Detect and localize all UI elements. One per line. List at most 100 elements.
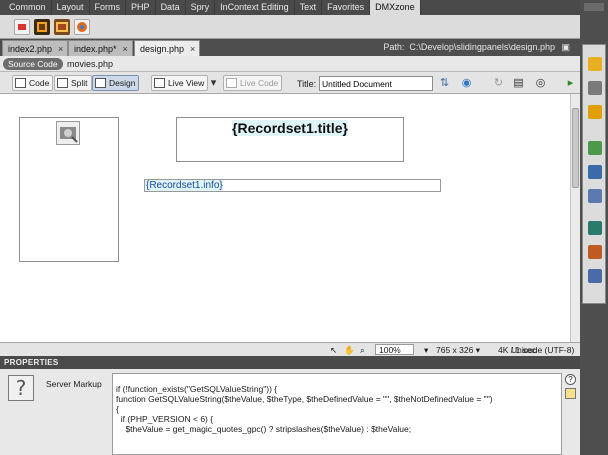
server-behaviors-icon[interactable] xyxy=(588,189,602,203)
live-code-icon xyxy=(226,78,237,88)
path-value: C:\Develop\slidingpanels\design.php xyxy=(409,42,555,52)
preview-browser-icon[interactable]: ◉ xyxy=(460,77,473,90)
insert-tab-dmxzone[interactable]: DMXzone xyxy=(370,0,421,15)
dmx-panel-icon[interactable] xyxy=(34,19,50,35)
live-code-label: Live Code xyxy=(240,78,279,88)
css-styles-icon[interactable] xyxy=(588,81,602,95)
code-line: function GetSQLValueString($theValue, $t… xyxy=(116,394,493,404)
edit-icon[interactable] xyxy=(565,388,576,399)
code-view-label: Code xyxy=(29,78,50,88)
insert-tab-layout[interactable]: Layout xyxy=(52,0,90,15)
code-view-button[interactable]: Code xyxy=(12,75,54,91)
doc-tab-label: design.php xyxy=(140,44,185,54)
insert-tab-php[interactable]: PHP xyxy=(126,0,156,15)
view-options-icon[interactable]: ▤ xyxy=(512,77,525,90)
design-view-button[interactable]: Design xyxy=(92,75,140,91)
zoom-value: 100% xyxy=(379,345,401,355)
hand-tool-icon[interactable]: ✋ xyxy=(344,345,355,356)
status-bar: ↖ ✋ ⌕ 100% ▾ 765 x 326 ▾ 4K / 1 sec Unic… xyxy=(0,342,580,356)
insert-tab-spry[interactable]: Spry xyxy=(186,0,216,15)
validate-icon[interactable]: ▸ xyxy=(564,77,577,90)
live-view-dropdown-icon[interactable]: ▾ xyxy=(207,77,220,90)
code-icon xyxy=(15,78,26,88)
server-image-icon xyxy=(56,121,80,145)
dock-grip[interactable] xyxy=(584,3,604,11)
right-panel-dock xyxy=(580,0,608,455)
dock-icon-strip xyxy=(582,44,606,304)
design-canvas[interactable]: {Recordset1.title} {Recordset1.info} xyxy=(0,94,570,342)
live-code-button[interactable]: Live Code xyxy=(223,75,283,91)
refresh-icon[interactable]: ↻ xyxy=(492,77,505,90)
close-icon[interactable]: × xyxy=(190,44,195,54)
doc-tab-index[interactable]: index.php* × xyxy=(68,40,133,56)
insert-tab-incontext-editing[interactable]: InContext Editing xyxy=(215,0,295,15)
insert-tab-common[interactable]: Common xyxy=(4,0,52,15)
zoom-select[interactable]: 100% xyxy=(375,344,414,355)
window-size[interactable]: 765 x 326 ▾ xyxy=(436,345,480,356)
doc-tab-design[interactable]: design.php × xyxy=(134,40,201,56)
files-icon[interactable] xyxy=(588,221,602,235)
scrollbar-thumb[interactable] xyxy=(572,108,579,188)
insert-panel-tabs: Common Layout Forms PHP Data Spry InCont… xyxy=(0,0,580,15)
split-view-label: Split xyxy=(71,78,88,88)
select-tool-icon[interactable]: ↖ xyxy=(330,345,337,356)
image-placeholder-box[interactable] xyxy=(19,117,119,262)
encoding: Unicode (UTF-8) xyxy=(511,345,575,355)
code-line: { xyxy=(116,404,119,414)
insert-tab-favorites[interactable]: Favorites xyxy=(322,0,371,15)
zoom-tool-icon[interactable]: ⌕ xyxy=(360,345,365,356)
code-line: if (PHP_VERSION < 6) { xyxy=(116,414,214,424)
title-label: Title: xyxy=(297,79,317,89)
properties-header[interactable]: PROPERTIES xyxy=(0,356,580,369)
doc-tab-index2[interactable]: index2.php × xyxy=(2,40,69,56)
design-view-label: Design xyxy=(109,78,136,88)
recordset-info-binding[interactable]: {Recordset1.info} xyxy=(145,180,223,191)
dmx-ajax-icon[interactable] xyxy=(74,19,90,35)
insert-tab-data[interactable]: Data xyxy=(156,0,186,15)
server-markup-icon: ? xyxy=(8,375,34,401)
close-icon[interactable]: × xyxy=(123,44,128,54)
dmx-slide-icon[interactable] xyxy=(14,19,30,35)
server-markup-label: Server Markup xyxy=(46,379,102,389)
code-line: if (!function_exists("GetSQLValueString"… xyxy=(116,384,278,394)
databases-icon[interactable] xyxy=(588,141,602,155)
server-markup-code[interactable]: if (!function_exists("GetSQLValueString"… xyxy=(112,373,562,455)
behaviors-icon[interactable] xyxy=(588,105,602,119)
document-tabs: index2.php × index.php* × design.php × Path… xyxy=(0,39,580,56)
dmx-gallery-icon[interactable] xyxy=(54,19,70,35)
zoom-dropdown-icon[interactable]: ▾ xyxy=(424,345,428,356)
live-view-icon xyxy=(154,78,165,88)
title-box[interactable]: {Recordset1.title} xyxy=(176,117,404,162)
close-icon[interactable]: × xyxy=(58,44,63,54)
recordset-title-binding[interactable]: {Recordset1.title} xyxy=(232,120,348,136)
live-view-button[interactable]: Live View xyxy=(151,75,209,91)
doc-tab-label: index.php* xyxy=(74,44,117,54)
source-code-button[interactable]: Source Code xyxy=(3,58,63,70)
properties-panel: ? Server Markup if (!function_exists("Ge… xyxy=(0,369,580,455)
properties-title: PROPERTIES xyxy=(4,358,59,367)
help-icon[interactable]: ? xyxy=(565,374,576,385)
related-file-link[interactable]: movies.php xyxy=(67,59,113,69)
design-icon xyxy=(95,78,106,88)
code-line: $theValue = get_magic_quotes_gpc() ? str… xyxy=(116,424,412,434)
snippets-icon[interactable] xyxy=(588,269,602,283)
path-label: Path: xyxy=(383,42,405,52)
title-field[interactable] xyxy=(319,76,433,91)
document-toolbar: Code Split Design Live View ▾ Live Code … xyxy=(0,72,580,94)
split-view-button[interactable]: Split xyxy=(54,75,92,91)
vertical-scrollbar[interactable] xyxy=(570,94,580,342)
bindings-icon[interactable] xyxy=(588,165,602,179)
visual-aids-icon[interactable]: ◎ xyxy=(534,77,547,90)
insert-panel-icon[interactable] xyxy=(588,57,602,71)
info-box[interactable]: {Recordset1.info} xyxy=(144,179,441,192)
insert-panel-icons xyxy=(0,15,580,39)
assets-icon[interactable] xyxy=(588,245,602,259)
document-path: Path: C:\Develop\slidingpanels\design.ph… xyxy=(383,42,570,53)
window-size-value: 765 x 326 xyxy=(436,345,474,355)
split-icon xyxy=(57,78,68,88)
insert-tab-text[interactable]: Text xyxy=(295,0,323,15)
doc-tab-label: index2.php xyxy=(8,44,53,54)
restore-icon[interactable]: ▣ xyxy=(561,42,570,52)
file-management-icon[interactable]: ⇅ xyxy=(438,77,451,90)
insert-tab-forms[interactable]: Forms xyxy=(90,0,127,15)
